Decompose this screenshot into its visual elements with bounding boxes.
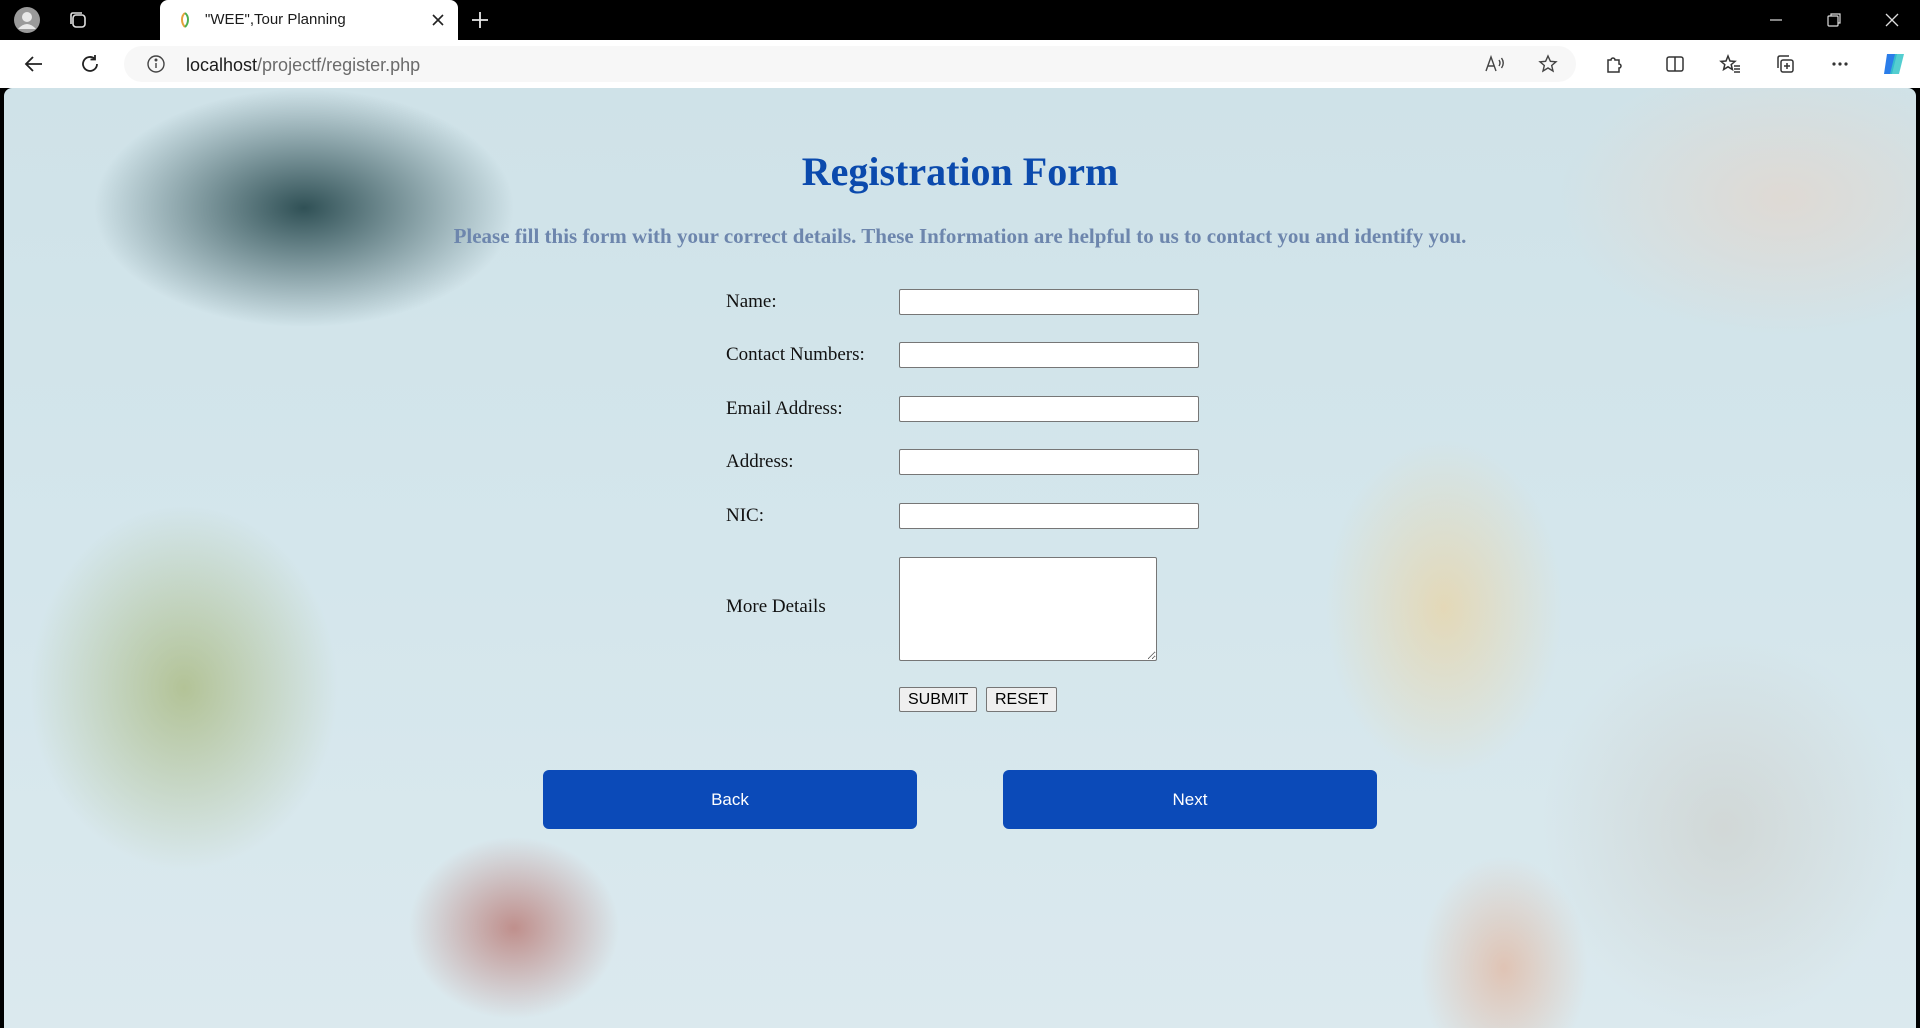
- address-label: Address:: [726, 451, 794, 472]
- more-details-label: More Details: [726, 596, 826, 617]
- tab-title: "WEE",Tour Planning: [205, 11, 346, 28]
- name-label: Name:: [726, 291, 777, 312]
- read-aloud-icon[interactable]: [1484, 54, 1506, 79]
- tab-active[interactable]: "WEE",Tour Planning: [160, 0, 458, 40]
- refresh-icon[interactable]: [76, 50, 104, 78]
- extensions-icon[interactable]: [1600, 50, 1628, 78]
- copilot-icon[interactable]: [1880, 50, 1908, 78]
- registration-page: Registration Form Please fill this form …: [4, 88, 1916, 1028]
- page-title: Registration Form: [801, 149, 1119, 194]
- next-button[interactable]: Next: [1003, 770, 1377, 829]
- address-bar[interactable]: localhost/projectf/register.php: [124, 46, 1576, 82]
- close-window-icon[interactable]: [1864, 0, 1920, 40]
- nic-input[interactable]: [899, 503, 1199, 529]
- reset-button[interactable]: RESET: [986, 687, 1058, 712]
- minimize-icon[interactable]: [1748, 0, 1804, 40]
- url-text: localhost/projectf/register.php: [186, 55, 420, 76]
- new-tab-icon[interactable]: [466, 6, 494, 34]
- url-host: localhost: [186, 55, 258, 75]
- url-path: /projectf/register.php: [257, 55, 421, 75]
- navigation-bar: localhost/projectf/register.php: [0, 40, 1920, 88]
- favorites-icon[interactable]: [1716, 50, 1744, 78]
- email-input[interactable]: [899, 396, 1199, 422]
- address-input[interactable]: [899, 449, 1199, 475]
- site-info-icon[interactable]: [146, 54, 166, 79]
- nic-label: NIC:: [726, 505, 764, 526]
- email-label: Email Address:: [726, 398, 843, 419]
- close-tab-icon[interactable]: [428, 10, 448, 30]
- page-subtitle: Please fill this form with your correct …: [453, 224, 1467, 248]
- title-bar: "WEE",Tour Planning: [0, 0, 1920, 40]
- workspaces-icon[interactable]: [64, 6, 92, 34]
- restore-icon[interactable]: [1806, 0, 1862, 40]
- contact-numbers-label: Contact Numbers:: [726, 344, 865, 365]
- contact-numbers-input[interactable]: [899, 342, 1199, 368]
- page-viewport: Registration Form Please fill this form …: [4, 88, 1916, 1028]
- more-options-icon[interactable]: [1826, 50, 1854, 78]
- collections-icon[interactable]: [1771, 50, 1799, 78]
- more-details-textarea[interactable]: [899, 557, 1157, 661]
- back-button[interactable]: Back: [543, 770, 917, 829]
- favorite-star-icon[interactable]: [1538, 54, 1558, 79]
- back-arrow-icon[interactable]: [20, 50, 48, 78]
- submit-button[interactable]: SUBMIT: [899, 687, 978, 712]
- name-input[interactable]: [899, 289, 1199, 315]
- split-screen-icon[interactable]: [1661, 50, 1689, 78]
- site-favicon-icon: [176, 11, 194, 29]
- profile-avatar-icon[interactable]: [13, 6, 41, 34]
